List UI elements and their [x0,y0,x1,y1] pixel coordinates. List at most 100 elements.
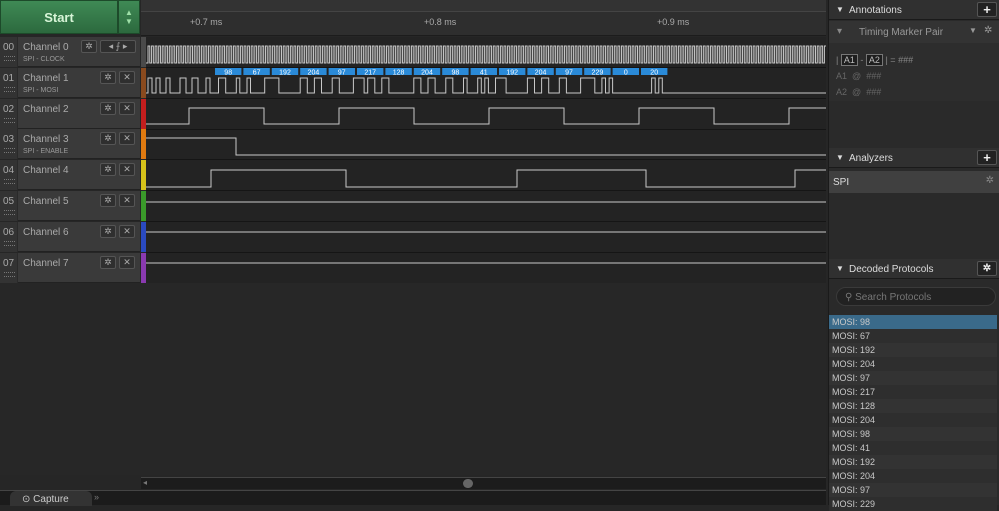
gear-icon[interactable]: ✲ [100,163,116,176]
drag-handle-icon[interactable] [4,118,15,123]
channel-row[interactable]: 01 Channel 1 SPI - MOSI ✲ ✕ [0,68,140,98]
marker-type-label: Timing Marker Pair [859,27,944,38]
decoded-item[interactable]: MOSI: 98 [829,427,997,441]
channel-number: 00 [0,37,18,67]
decoded-byte-label: 98 [452,70,460,77]
scroll-thumb[interactable] [463,479,473,488]
decoded-byte-label: 41 [480,70,488,77]
channel-row[interactable]: 03 Channel 3 SPI - ENABLE ✲ ✕ [0,129,140,159]
right-sidebar: ▼ Annotations + ▾ Timing Marker Pair ▼ ✲ |… [828,0,999,511]
decoded-item[interactable]: MOSI: 192 [829,455,997,469]
drag-handle-icon[interactable] [4,272,15,277]
close-icon[interactable]: ✕ [119,256,135,269]
channel-row[interactable]: 07 Channel 7 ✲ ✕ [0,253,140,283]
section-title: Annotations [849,5,902,16]
marker-a2-row: A2 @ ### [836,87,882,97]
analyzer-item-spi[interactable]: SPI ✲ [829,171,999,193]
decoded-item[interactable]: MOSI: 67 [829,329,997,343]
decoded-protocols-header[interactable]: ▼ Decoded Protocols ✲ [829,259,999,279]
channel-row[interactable]: 00 Channel 0 SPI - CLOCK ✲ ◂ ⨍ ▸ [0,37,140,67]
channel-name[interactable]: Channel 3 [23,134,69,145]
drag-handle-icon[interactable] [4,179,15,184]
start-options-arrows[interactable]: ▲ ▼ [118,0,140,34]
channel-name[interactable]: Channel 0 [23,42,69,53]
channel-lane [146,191,826,221]
drag-handle-icon[interactable] [4,210,15,215]
decoded-item[interactable]: MOSI: 192 [829,343,997,357]
decoded-item[interactable]: MOSI: 97 [829,371,997,385]
timing-marker-row[interactable]: ▾ Timing Marker Pair ▼ ✲ [829,21,999,43]
drag-handle-icon[interactable] [4,241,15,246]
gear-icon[interactable]: ✲ [81,40,97,53]
annotations-header[interactable]: ▼ Annotations + [829,0,999,20]
decoded-byte-label: 217 [364,70,376,77]
channel-name[interactable]: Channel 4 [23,165,69,176]
gear-icon[interactable]: ✲ [100,256,116,269]
channel-row[interactable]: 06 Channel 6 ✲ ✕ [0,222,140,252]
decoded-item[interactable]: MOSI: 98 [829,315,997,329]
decoded-byte-label: 192 [506,70,518,77]
decoded-item[interactable]: MOSI: 97 [829,483,997,497]
channel-row[interactable]: 04 Channel 4 ✲ ✕ [0,160,140,190]
tab-capture[interactable]: ⊙ Capture [10,491,92,506]
decoded-item[interactable]: MOSI: 204 [829,357,997,371]
channel-name[interactable]: Channel 6 [23,227,69,238]
gear-icon[interactable]: ✲ [100,194,116,207]
tab-more-icon[interactable]: » [94,492,99,502]
bottom-tab-bar: ⊙ Capture » [0,490,826,506]
close-icon[interactable]: ✕ [119,102,135,115]
decoded-item[interactable]: MOSI: 41 [829,441,997,455]
drag-handle-icon[interactable] [4,56,15,61]
gear-icon[interactable]: ✲ [100,132,116,145]
marker-pin-icon: ▾ [837,26,843,37]
decoded-byte-label: 97 [338,70,346,77]
close-icon[interactable]: ✕ [119,225,135,238]
marker-a1-badge[interactable]: A1 [840,54,858,66]
gear-icon[interactable]: ✲ [986,175,994,186]
gear-icon[interactable]: ✲ [100,225,116,238]
gear-icon[interactable]: ✲ [984,25,992,36]
decoded-byte-label: 128 [393,70,405,77]
gear-icon[interactable]: ✲ [100,102,116,115]
channel-name[interactable]: Channel 2 [23,104,69,115]
channel-analyzer-label: SPI - ENABLE [23,148,69,155]
scroll-left-icon[interactable]: ◂ [143,478,147,487]
decoded-item[interactable]: MOSI: 204 [829,413,997,427]
decoded-item[interactable]: MOSI: 204 [829,469,997,483]
up-arrow-icon: ▲ [125,8,133,17]
channel-name[interactable]: Channel 7 [23,258,69,269]
channel-row[interactable]: 02 Channel 2 ✲ ✕ [0,99,140,129]
start-button[interactable]: Start [0,0,118,34]
drag-handle-icon[interactable] [4,87,15,92]
analyzer-label: SPI [833,177,850,188]
search-icon: ⚲ [845,292,856,303]
decoded-settings-button[interactable]: ✲ [977,261,997,276]
channel-name[interactable]: Channel 1 [23,73,69,84]
tab-label: Capture [33,494,69,505]
section-title: Decoded Protocols [849,264,934,275]
channel-number: 03 [0,129,18,159]
channel-number: 02 [0,99,18,129]
dropdown-icon[interactable]: ▼ [969,26,977,35]
close-icon[interactable]: ✕ [119,163,135,176]
marker-a2-badge[interactable]: A2 [865,54,883,66]
gear-icon[interactable]: ✲ [100,71,116,84]
add-annotation-button[interactable]: + [977,2,997,17]
close-icon[interactable]: ✕ [119,194,135,207]
add-analyzer-button[interactable]: + [977,150,997,165]
close-icon[interactable]: ✕ [119,132,135,145]
analyzers-header[interactable]: ▼ Analyzers + [829,148,999,168]
decoded-item[interactable]: MOSI: 128 [829,399,997,413]
trigger-edge-button[interactable]: ◂ ⨍ ▸ [100,40,136,53]
channel-number: 07 [0,253,18,283]
channel-row[interactable]: 05 Channel 5 ✲ ✕ [0,191,140,221]
drag-handle-icon[interactable] [4,148,15,153]
channel-name[interactable]: Channel 5 [23,196,69,207]
search-protocols-input[interactable]: ⚲ Search Protocols [836,287,996,306]
close-icon[interactable]: ✕ [119,71,135,84]
waveform-area[interactable]: 98 67 192 204 97 217 128 204 98 41 192 204 97 229 0 20 [146,0,826,283]
decoded-item[interactable]: MOSI: 217 [829,385,997,399]
channel-lane [146,222,826,252]
horizontal-scrollbar[interactable]: ◂ [141,477,826,489]
decoded-item[interactable]: MOSI: 229 [829,497,997,511]
